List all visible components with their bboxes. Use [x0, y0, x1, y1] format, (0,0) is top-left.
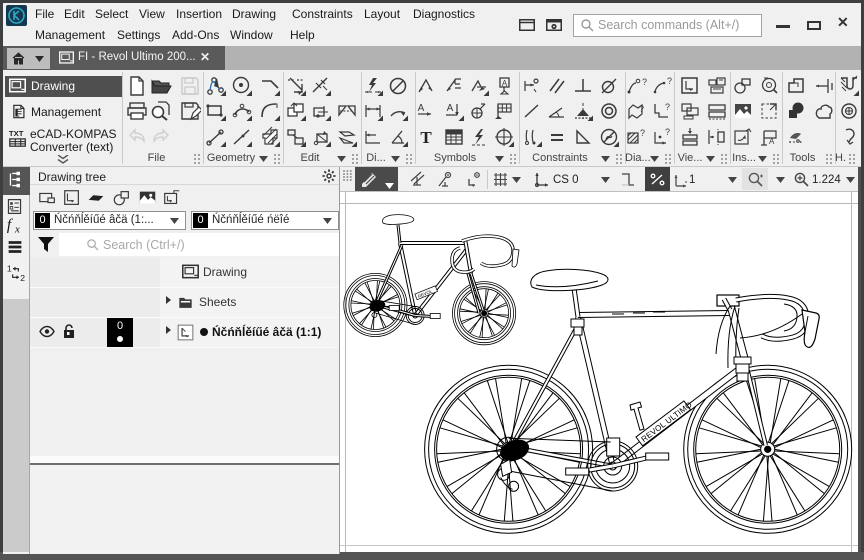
svg-text:T: T	[420, 128, 432, 147]
svg-text:?: ?	[665, 102, 670, 112]
svg-text:A: A	[769, 137, 775, 146]
svg-text:?: ?	[640, 128, 645, 138]
svg-text:?: ?	[639, 104, 644, 114]
svg-text:?: ?	[665, 127, 670, 137]
svg-text:?: ?	[667, 76, 672, 86]
svg-text:f: f	[7, 217, 14, 234]
svg-text:A: A	[418, 103, 425, 114]
svg-text:1: 1	[7, 264, 12, 274]
svg-text:TXT: TXT	[9, 129, 24, 138]
svg-text:A: A	[502, 79, 508, 88]
svg-text:A: A	[447, 103, 454, 114]
svg-text:?: ?	[642, 77, 647, 87]
svg-text:2: 2	[20, 273, 25, 283]
svg-text:x: x	[14, 223, 20, 235]
svg-text:REVOL ULTIMO: REVOL ULTIMO	[640, 400, 694, 444]
